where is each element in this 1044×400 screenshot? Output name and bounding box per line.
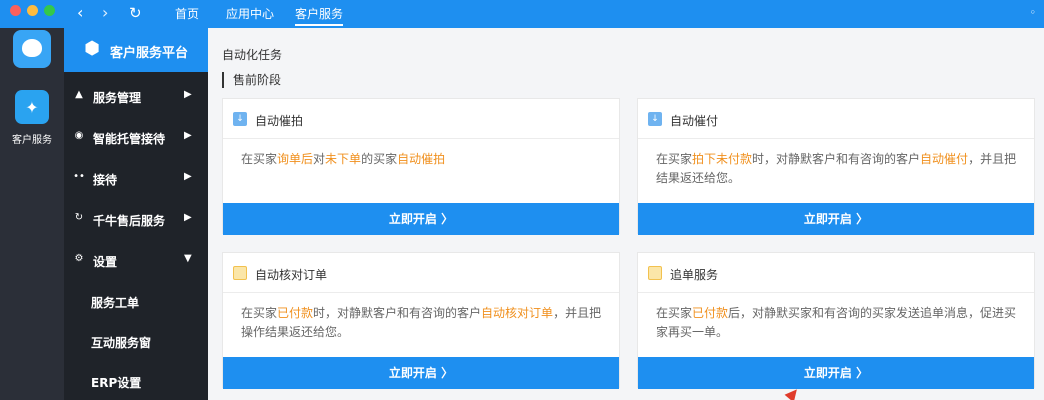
highlight-text: 自动核对订单 [481, 306, 554, 320]
download-icon: ↓ [233, 112, 247, 126]
platform-logo-icon: ⬢ [84, 38, 100, 59]
highlight-text: 询单后 [277, 152, 314, 166]
bell-icon: ▲ [75, 89, 83, 100]
window-close-button[interactable] [10, 5, 21, 16]
chevron-right-icon: ▶ [184, 171, 192, 182]
note-icon [233, 266, 247, 280]
description-text: 时，对静默客户和有咨询的客户 [313, 306, 482, 320]
highlight-text: 已付款 [692, 306, 729, 320]
sidebar-item-service-management[interactable]: ▲ 服务管理 ▶ [64, 83, 208, 111]
sidebar-subitem-interactive-window[interactable]: 互动服务窗 [91, 334, 208, 358]
chevron-right-icon: ▶ [184, 212, 192, 223]
enable-now-button[interactable]: 立即开启 〉 [638, 357, 1034, 389]
description-text: 的买家 [361, 152, 398, 166]
refresh-icon: ↻ [74, 212, 84, 223]
card-description: 在买家已付款时，对静默客户和有咨询的客户自动核对订单，并且把操作结果返还给您。 [241, 304, 611, 342]
sidebar-item-after-sales[interactable]: ↻ 千牛售后服务 ▶ [64, 206, 208, 234]
highlight-text: 已付款 [277, 306, 314, 320]
refresh-icon[interactable]: ↻ [129, 4, 142, 22]
description-text: 在买家 [241, 306, 278, 320]
description-text: 在买家 [656, 152, 693, 166]
card-title: 自动核对订单 [255, 268, 328, 282]
users-icon: •• [73, 171, 85, 182]
description-text: 对 [313, 152, 326, 166]
card-header: 追单服务 [638, 253, 1034, 293]
description-text: 在买家 [656, 306, 693, 320]
gear-icon: ⚙ [74, 253, 84, 264]
highlight-text: 自动催拍 [397, 152, 446, 166]
sidebar-item-label: 服务管理 [93, 91, 142, 105]
sidebar-item-label: 千牛售后服务 [93, 214, 166, 228]
card-auto-verify-order: 自动核对订单 在买家已付款时，对静默客户和有咨询的客户自动核对订单，并且把操作结… [222, 252, 620, 389]
highlight-text: 未下单 [325, 152, 362, 166]
enable-now-button[interactable]: 立即开启 〉 [223, 357, 619, 389]
window-maximize-button[interactable] [44, 5, 55, 16]
chevron-right-icon[interactable]: › [102, 4, 108, 22]
enable-now-button[interactable]: 立即开启 〉 [638, 203, 1034, 235]
sidebar-item-smart-hosting[interactable]: ◉ 智能托管接待 ▶ [64, 124, 208, 152]
bulb-icon: ◉ [74, 130, 84, 141]
window-minimize-button[interactable] [27, 5, 38, 16]
card-auto-urge-order: ↓ 自动催拍 在买家询单后对未下单的买家自动催拍 立即开启 〉 [222, 98, 620, 235]
card-auto-urge-payment: ↓ 自动催付 在买家拍下未付款时，对静默客户和有咨询的客户自动催付，并且把结果返… [637, 98, 1035, 235]
chevron-down-icon: ▼ [184, 253, 192, 264]
download-icon: ↓ [648, 112, 662, 126]
sidebar-subitem-service-ticket[interactable]: 服务工单 [91, 294, 208, 318]
sidebar-item-label: 智能托管接待 [93, 132, 166, 146]
card-header: ↓ 自动催付 [638, 99, 1034, 139]
section-title: 售前阶段 [222, 72, 281, 88]
sidebar-item-reception[interactable]: •• 接待 ▶ [64, 165, 208, 193]
chevron-right-icon: ▶ [184, 89, 192, 100]
card-description: 在买家拍下未付款时，对静默客户和有咨询的客户自动催付，并且把结果返还给您。 [656, 150, 1026, 188]
window-menu-icon[interactable]: ◦ [1030, 6, 1037, 19]
chevron-right-icon: ▶ [184, 130, 192, 141]
sidebar-item-settings[interactable]: ⚙ 设置 ▼ [64, 247, 208, 275]
rail-app-label[interactable]: 客户服务 [0, 131, 64, 146]
card-title: 追单服务 [670, 268, 719, 282]
customer-service-app-icon[interactable]: ✦ [15, 90, 49, 124]
description-text: 在买家 [241, 152, 278, 166]
description-text: 时，对静默客户和有咨询的客户 [752, 152, 921, 166]
sidebar-item-label: 设置 [93, 255, 118, 269]
app-rail: ✦ 客户服务 [0, 28, 64, 400]
card-header: 自动核对订单 [223, 253, 619, 293]
app-logo-icon[interactable] [13, 30, 51, 68]
sidebar: ⬢ 客户服务平台 ▲ 服务管理 ▶ ◉ 智能托管接待 ▶ •• 接待 ▶ ↻ 千… [64, 28, 208, 400]
note-icon [648, 266, 662, 280]
highlight-text: 拍下未付款 [692, 152, 753, 166]
enable-now-button[interactable]: 立即开启 〉 [223, 203, 619, 235]
card-description: 在买家询单后对未下单的买家自动催拍 [241, 150, 611, 169]
card-header: ↓ 自动催拍 [223, 99, 619, 139]
sidebar-item-label: 接待 [93, 173, 118, 187]
card-description: 在买家已付款后，对静默买家和有咨询的买家发送追单消息，促进买家再买一单。 [656, 304, 1026, 342]
highlight-text: 自动催付 [920, 152, 969, 166]
sidebar-subitem-erp-settings[interactable]: ERP设置 [91, 374, 208, 398]
sidebar-header: ⬢ 客户服务平台 [64, 28, 208, 72]
page-title: 自动化任务 [222, 48, 283, 62]
chevron-left-icon[interactable]: ‹ [77, 4, 83, 22]
card-title: 自动催付 [670, 114, 719, 128]
card-follow-up-service: 追单服务 在买家已付款后，对静默买家和有咨询的买家发送追单消息，促进买家再买一单… [637, 252, 1035, 389]
sidebar-title: 客户服务平台 [110, 46, 189, 61]
card-title: 自动催拍 [255, 114, 304, 128]
main-content: 自动化任务 售前阶段 ↓ 自动催拍 在买家询单后对未下单的买家自动催拍 立即开启… [208, 28, 1044, 400]
tab-customer-service[interactable]: 客户服务 [295, 6, 344, 26]
tab-home[interactable]: 首页 [175, 6, 199, 22]
top-bar: ‹ › ↻ 首页 应用中心 客户服务 ◦ [0, 0, 1044, 28]
tab-app-center[interactable]: 应用中心 [226, 6, 274, 22]
